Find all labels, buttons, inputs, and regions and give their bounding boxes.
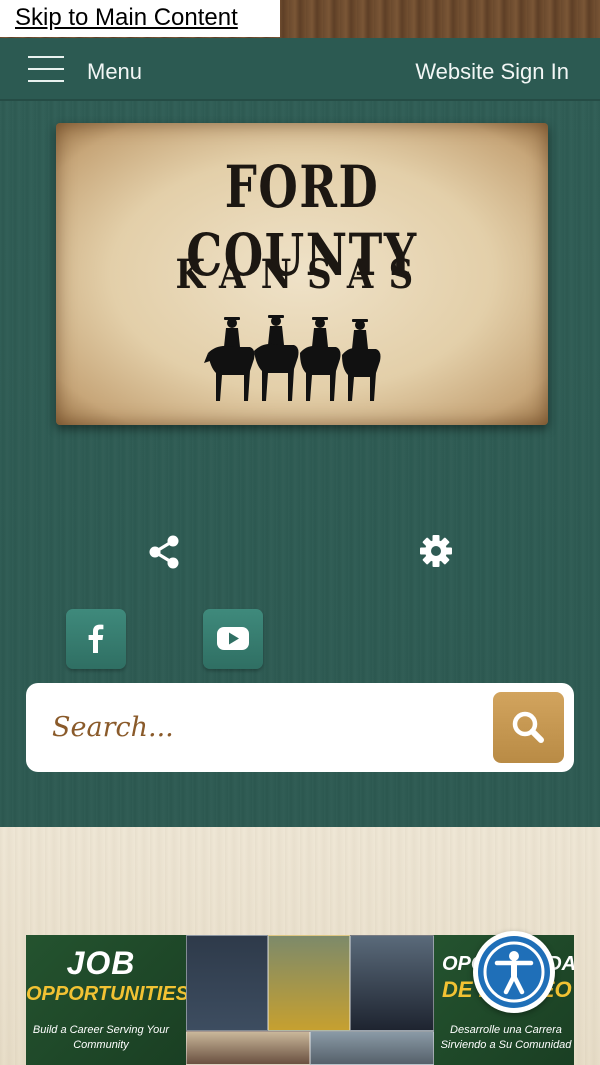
banner-tagline: Build a Career Serving Your Community <box>32 1024 170 1051</box>
facebook-button[interactable] <box>66 609 126 669</box>
accessibility-button[interactable] <box>473 931 555 1013</box>
banner-photo-collage <box>186 935 434 1065</box>
navbar: Menu Website Sign In <box>0 38 600 101</box>
riders-silhouette <box>204 315 381 401</box>
accessibility-icon <box>478 936 550 1008</box>
search-input[interactable] <box>52 707 472 747</box>
youtube-button[interactable] <box>203 609 263 669</box>
banner-spanish-tagline: Desarrolle una Carrera Sirviendo a Su Co… <box>440 1024 572 1051</box>
logo-subtitle: KANSAS <box>175 251 429 298</box>
search-icon <box>512 711 544 743</box>
banner-title: JOB <box>66 945 136 981</box>
share-icon[interactable] <box>147 535 181 569</box>
gear-icon[interactable] <box>418 533 454 569</box>
facebook-icon <box>88 624 104 653</box>
hero-section: FORD COUNTY KANSAS <box>0 101 600 827</box>
search-button[interactable] <box>493 692 564 763</box>
youtube-icon <box>217 627 249 650</box>
hamburger-menu-icon[interactable] <box>28 56 64 82</box>
search-bar <box>26 683 574 772</box>
website-sign-in-link[interactable]: Website Sign In <box>415 59 569 85</box>
ford-county-logo[interactable]: FORD COUNTY KANSAS <box>56 123 548 425</box>
skip-to-main-content-link[interactable]: Skip to Main Content <box>0 0 280 37</box>
banner-subtitle: OPPORTUNITIES <box>26 983 189 1005</box>
menu-button[interactable]: Menu <box>87 59 142 85</box>
banner-english-panel: JOB OPPORTUNITIES Build a Career Serving… <box>26 935 189 1065</box>
